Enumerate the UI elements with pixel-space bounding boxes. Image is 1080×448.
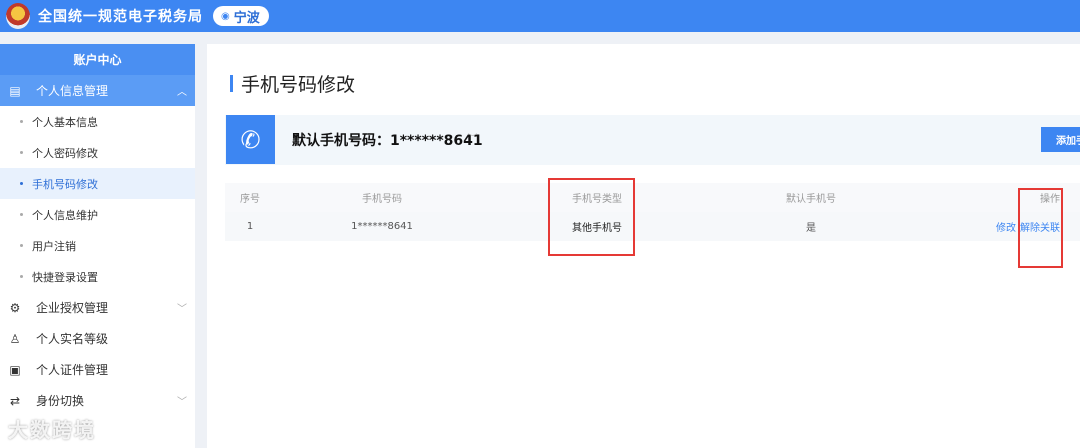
sidebar-group-personal-info[interactable]: ▤ 个人信息管理 ︿ bbox=[0, 75, 195, 106]
default-phone-label: 默认手机号码：1******8641 bbox=[292, 133, 483, 149]
column-header: 手机号码 bbox=[362, 194, 402, 205]
cell-default: 是 bbox=[806, 223, 816, 234]
sidebar-group-label: 个人实名等级 bbox=[36, 332, 109, 346]
watermark: 大数跨境 bbox=[8, 418, 96, 442]
sidebar-item-password[interactable]: 个人密码修改 bbox=[0, 137, 195, 168]
sidebar-group-label: 个人证件管理 bbox=[36, 363, 109, 377]
sidebar-item-quick-login[interactable]: 快捷登录设置 bbox=[0, 261, 195, 292]
sidebar-item-label: 个人密码修改 bbox=[32, 146, 98, 160]
badge-check-icon: ⚙ bbox=[9, 300, 21, 315]
sidebar-group-label: 企业授权管理 bbox=[36, 301, 109, 315]
phone-table: 序号 手机号码 手机号类型 默认手机号 操作 1 1******8641 其他手… bbox=[225, 183, 1080, 241]
sidebar-item-basic-info[interactable]: 个人基本信息 bbox=[0, 106, 195, 137]
main-panel: 手机号码修改 ✆ 默认手机号码：1******8641 ︶ 添加手机号 序号 手… bbox=[207, 44, 1080, 448]
chevron-down-icon: ﹀ bbox=[177, 304, 187, 315]
page-title-text: 手机号码修改 bbox=[241, 74, 356, 96]
edit-link[interactable]: 修改 bbox=[996, 223, 1016, 234]
table-header: 序号 手机号码 手机号类型 默认手机号 操作 bbox=[225, 183, 1080, 212]
sidebar-group-realname[interactable]: ♙ 个人实名等级 bbox=[0, 323, 195, 354]
default-phone-card: ✆ 默认手机号码：1******8641 ︶ 添加手机号 bbox=[225, 115, 1080, 165]
sidebar-title: 账户中心 bbox=[0, 44, 195, 75]
highlight-box-actions-column bbox=[1018, 188, 1063, 268]
sidebar-item-deregister[interactable]: 用户注销 bbox=[0, 230, 195, 261]
city-selector[interactable]: ◉ 宁波 bbox=[213, 6, 269, 26]
tax-emblem-logo bbox=[6, 3, 30, 29]
sidebar-item-label: 个人信息维护 bbox=[32, 208, 98, 222]
column-header: 默认手机号 bbox=[786, 194, 836, 205]
sidebar-item-phone[interactable]: 手机号码修改 bbox=[0, 168, 195, 199]
table-row: 1 1******8641 其他手机号 是 修改 解除关联 bbox=[225, 212, 1080, 241]
highlight-box-type-column bbox=[548, 178, 635, 256]
switch-icon: ⇄ bbox=[9, 393, 21, 408]
sidebar: 账户中心 ▤ 个人信息管理 ︿ 个人基本信息 个人密码修改 手机号码修改 个人信息维… bbox=[0, 44, 195, 448]
cell-index: 1 bbox=[246, 221, 254, 232]
chevron-up-icon: ︿ bbox=[177, 87, 187, 98]
column-header: 序号 bbox=[240, 194, 260, 205]
chevron-down-icon: ﹀ bbox=[177, 397, 187, 408]
page-title: 手机号码修改 bbox=[230, 70, 355, 97]
sidebar-group-enterprise-auth[interactable]: ⚙ 企业授权管理 ﹀ bbox=[0, 292, 195, 323]
sidebar-group-label: 个人信息管理 bbox=[36, 84, 109, 98]
sidebar-item-label: 快捷登录设置 bbox=[32, 270, 98, 284]
profile-icon: ▤ bbox=[9, 83, 21, 98]
sidebar-item-maintain[interactable]: 个人信息维护 bbox=[0, 199, 195, 230]
user-icon: ♙ bbox=[9, 331, 21, 346]
sidebar-group-identity-switch[interactable]: ⇄ 身份切换 ﹀ bbox=[0, 385, 195, 416]
city-label: 宁波 bbox=[233, 10, 260, 26]
sidebar-item-label: 手机号码修改 bbox=[32, 177, 98, 191]
site-title: 全国统一规范电子税务局 bbox=[38, 9, 203, 25]
sidebar-group-documents[interactable]: ▣ 个人证件管理 bbox=[0, 354, 195, 385]
eye-closed-icon[interactable]: ︶ bbox=[468, 131, 477, 144]
sidebar-item-label: 个人基本信息 bbox=[32, 115, 98, 129]
add-phone-button[interactable]: 添加手机号 bbox=[1041, 127, 1080, 152]
phone-icon: ✆ bbox=[226, 115, 275, 164]
sidebar-group-label: 身份切换 bbox=[36, 394, 85, 408]
id-card-icon: ▣ bbox=[9, 362, 21, 377]
cell-phone: 1******8641 bbox=[351, 221, 413, 232]
location-pin-icon: ◉ bbox=[221, 10, 230, 22]
sidebar-item-label: 用户注销 bbox=[32, 239, 76, 253]
top-header: 全国统一规范电子税务局 ◉ 宁波 bbox=[0, 0, 1080, 32]
